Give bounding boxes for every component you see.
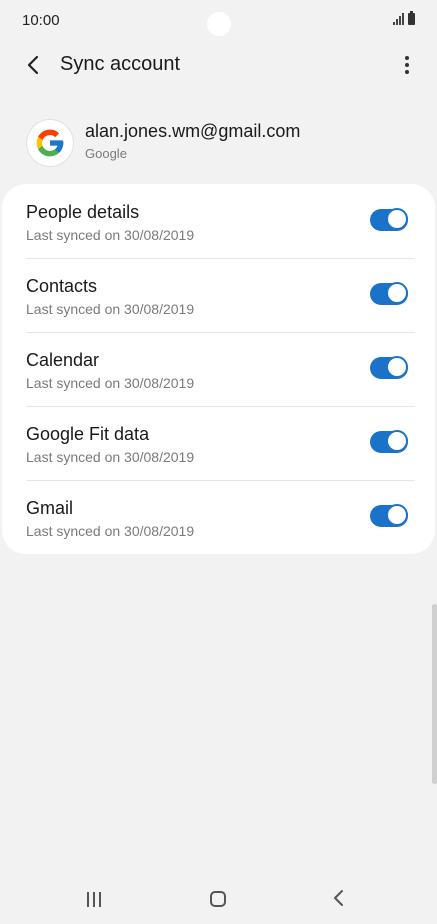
page-title: Sync account xyxy=(60,53,181,75)
sync-item-gmail[interactable]: Gmail Last synced on 30/08/2019 xyxy=(2,480,435,554)
sync-toggle[interactable] xyxy=(370,504,408,527)
more-vertical-icon xyxy=(405,56,409,60)
sync-item-subtitle: Last synced on 30/08/2019 xyxy=(26,449,195,465)
status-bar: 10:00 xyxy=(0,0,437,42)
toggle-knob xyxy=(386,282,408,304)
chevron-left-icon xyxy=(27,55,39,75)
account-header: alan.jones.wm@gmail.com Google xyxy=(0,110,437,176)
sync-item-calendar[interactable]: Calendar Last synced on 30/08/2019 xyxy=(2,332,435,406)
home-icon[interactable] xyxy=(210,891,226,907)
camera-cutout xyxy=(207,12,231,36)
sync-item-contacts[interactable]: Contacts Last synced on 30/08/2019 xyxy=(2,258,435,332)
sync-toggle[interactable] xyxy=(370,430,408,453)
status-time: 10:00 xyxy=(22,12,60,29)
recents-icon[interactable] xyxy=(87,892,101,907)
signal-icon xyxy=(393,13,404,25)
account-type: Google xyxy=(85,146,127,161)
status-icons xyxy=(393,11,415,25)
back-button[interactable] xyxy=(18,50,48,80)
sync-item-title: Contacts xyxy=(26,276,98,296)
sync-toggle[interactable] xyxy=(370,208,408,231)
more-options-button[interactable] xyxy=(397,50,417,80)
google-logo-icon xyxy=(27,120,73,166)
sync-item-people-details[interactable]: People details Last synced on 30/08/2019 xyxy=(2,184,435,258)
battery-icon xyxy=(408,11,415,25)
navigation-bar xyxy=(0,876,437,924)
back-icon[interactable] xyxy=(332,888,344,913)
sync-item-title: Gmail xyxy=(26,498,74,518)
sync-item-subtitle: Last synced on 30/08/2019 xyxy=(26,301,195,317)
account-email: alan.jones.wm@gmail.com xyxy=(85,121,301,141)
toggle-knob xyxy=(386,208,408,230)
sync-toggle[interactable] xyxy=(370,356,408,379)
sync-items-card: People details Last synced on 30/08/2019… xyxy=(2,184,435,554)
toggle-knob xyxy=(386,356,408,378)
sync-item-subtitle: Last synced on 30/08/2019 xyxy=(26,227,195,243)
sync-toggle[interactable] xyxy=(370,282,408,305)
sync-item-subtitle: Last synced on 30/08/2019 xyxy=(26,523,195,539)
scrollbar[interactable] xyxy=(432,604,437,784)
sync-item-google-fit-data[interactable]: Google Fit data Last synced on 30/08/201… xyxy=(2,406,435,480)
toggle-knob xyxy=(386,504,408,526)
sync-item-title: Calendar xyxy=(26,350,100,370)
toggle-knob xyxy=(386,430,408,452)
sync-item-title: People details xyxy=(26,202,140,222)
sync-item-title: Google Fit data xyxy=(26,424,150,444)
app-bar: Sync account xyxy=(0,42,437,88)
sync-item-subtitle: Last synced on 30/08/2019 xyxy=(26,375,195,391)
